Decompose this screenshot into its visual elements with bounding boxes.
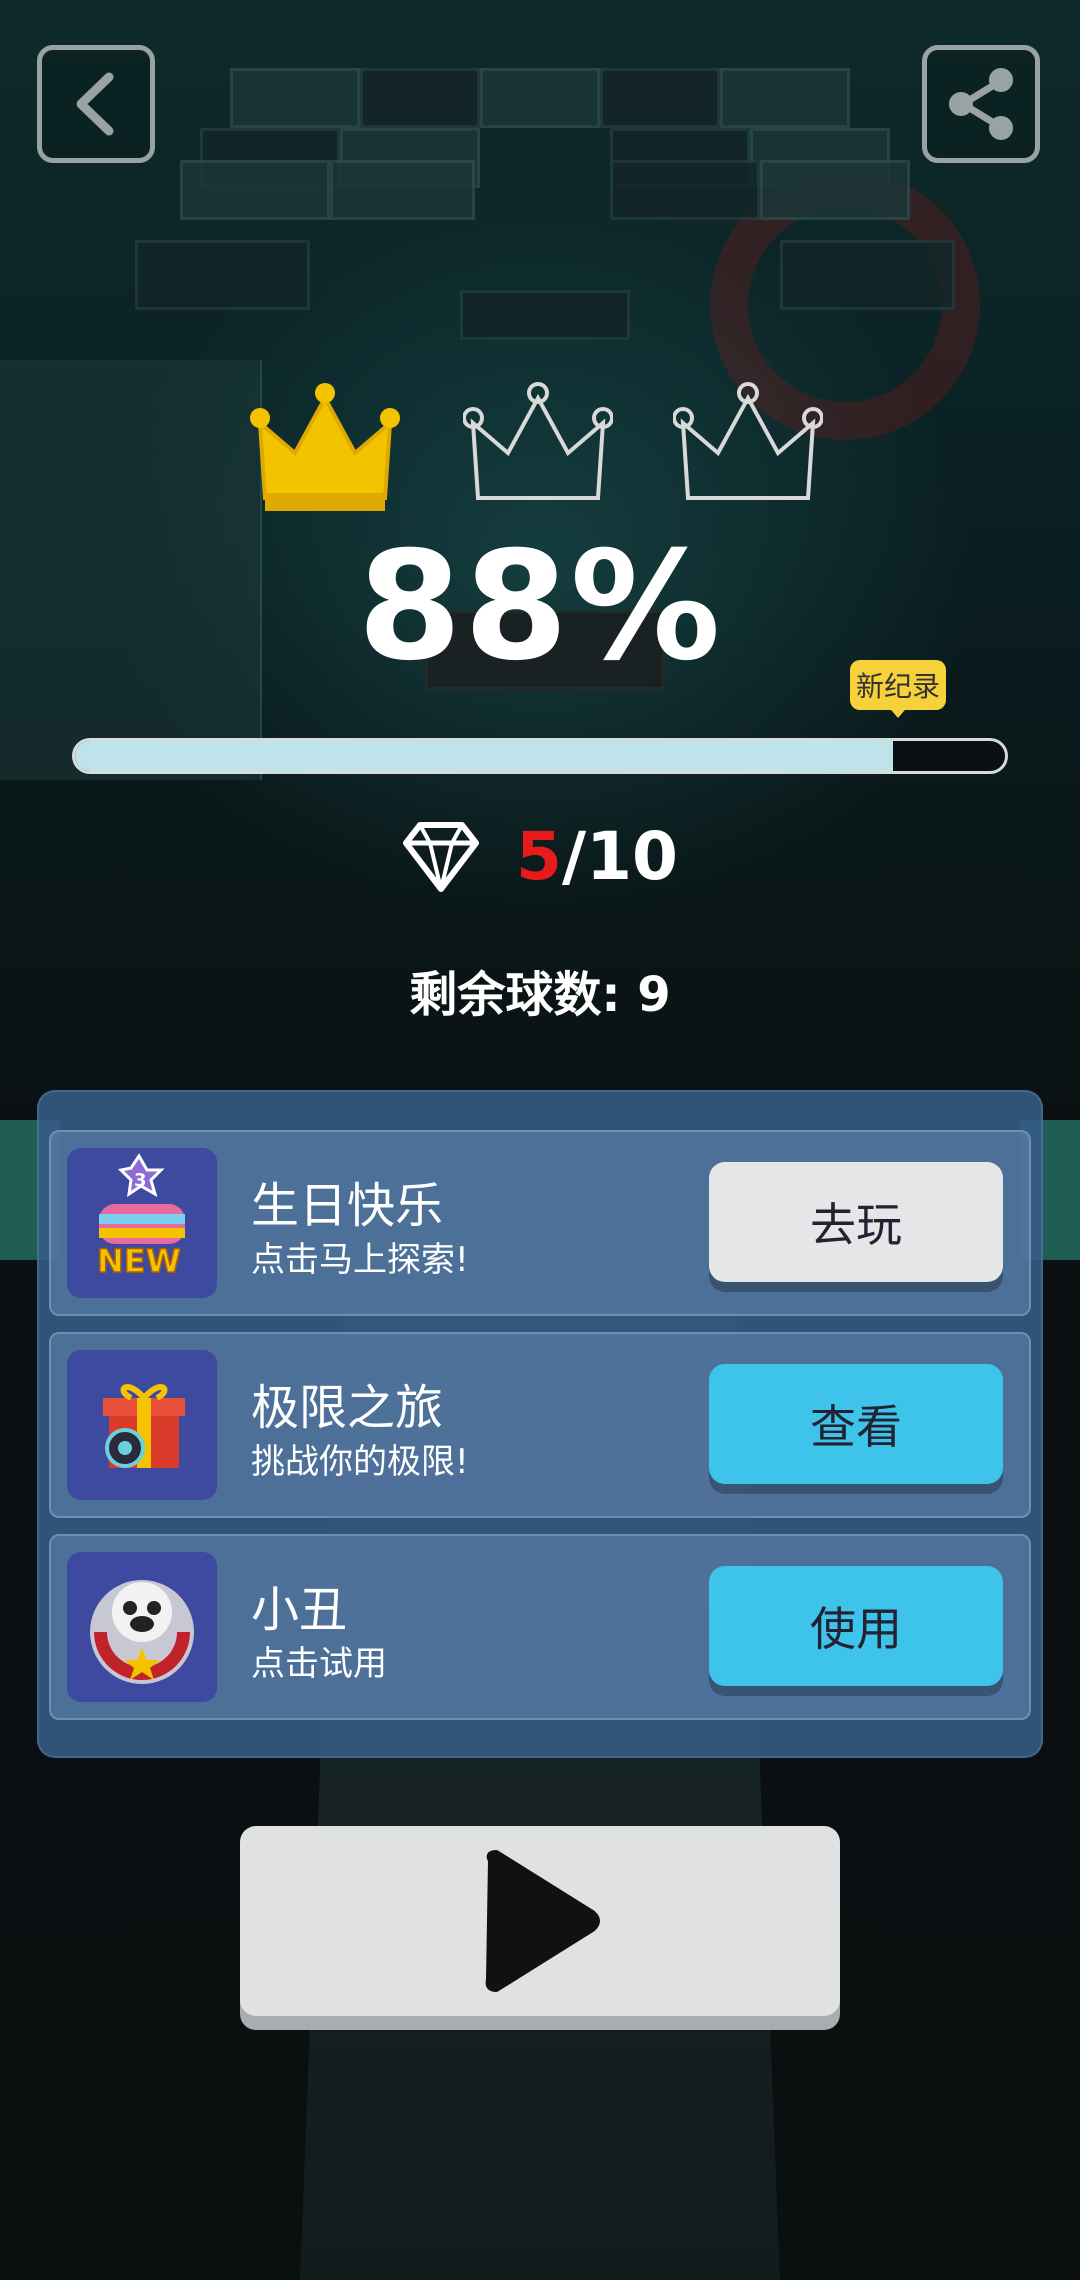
use-button[interactable]: 使用 bbox=[709, 1566, 1003, 1686]
gems-separator: / bbox=[561, 818, 587, 895]
balls-remaining: 剩余球数: 9 bbox=[409, 967, 671, 1023]
promo-subtitle: 点击试用 bbox=[251, 1644, 387, 1684]
new-record-badge: 新纪录 bbox=[850, 660, 946, 718]
gems-collected: 5 bbox=[516, 818, 562, 895]
promo-title: 小丑 bbox=[251, 1582, 348, 1638]
new-ball-pack-icon: 3 NEW bbox=[67, 1148, 217, 1298]
promo-subtitle: 点击马上探索! bbox=[251, 1240, 469, 1280]
promo-title: 生日快乐 bbox=[251, 1178, 444, 1234]
go-play-button[interactable]: 去玩 bbox=[709, 1162, 1003, 1282]
crown-rating bbox=[250, 378, 830, 518]
new-label: NEW bbox=[97, 1242, 181, 1280]
badge-count: 3 bbox=[134, 1170, 147, 1191]
gem-counter: 5/10 bbox=[0, 818, 1080, 895]
clown-ball-icon bbox=[67, 1552, 217, 1702]
view-button[interactable]: 查看 bbox=[709, 1364, 1003, 1484]
promo-title: 极限之旅 bbox=[251, 1380, 444, 1436]
promo-subtitle: 挑战你的极限! bbox=[251, 1442, 469, 1482]
back-icon bbox=[76, 72, 114, 136]
play-button[interactable] bbox=[240, 1826, 840, 2016]
share-icon bbox=[949, 68, 1013, 140]
list-item[interactable]: 3 NEW 生日快乐 点击马上探索! 去玩 bbox=[49, 1130, 1031, 1316]
list-item[interactable]: 小丑 点击试用 使用 bbox=[49, 1534, 1031, 1720]
gift-box-icon bbox=[67, 1350, 217, 1500]
crown-icon bbox=[673, 382, 823, 500]
back-button[interactable] bbox=[37, 45, 155, 163]
progress-bar bbox=[72, 738, 1008, 774]
promo-panel: 3 NEW 生日快乐 点击马上探索! 去玩 极限之旅 挑战你的极限! 查看 小丑… bbox=[37, 1090, 1043, 1758]
crown-icon bbox=[463, 382, 613, 500]
play-icon bbox=[485, 1850, 600, 1992]
crown-icon bbox=[250, 383, 400, 511]
list-item[interactable]: 极限之旅 挑战你的极限! 查看 bbox=[49, 1332, 1031, 1518]
share-button[interactable] bbox=[922, 45, 1040, 163]
gems-total: 10 bbox=[586, 818, 678, 895]
diamond-icon bbox=[403, 821, 480, 892]
progress-fill bbox=[75, 741, 894, 771]
